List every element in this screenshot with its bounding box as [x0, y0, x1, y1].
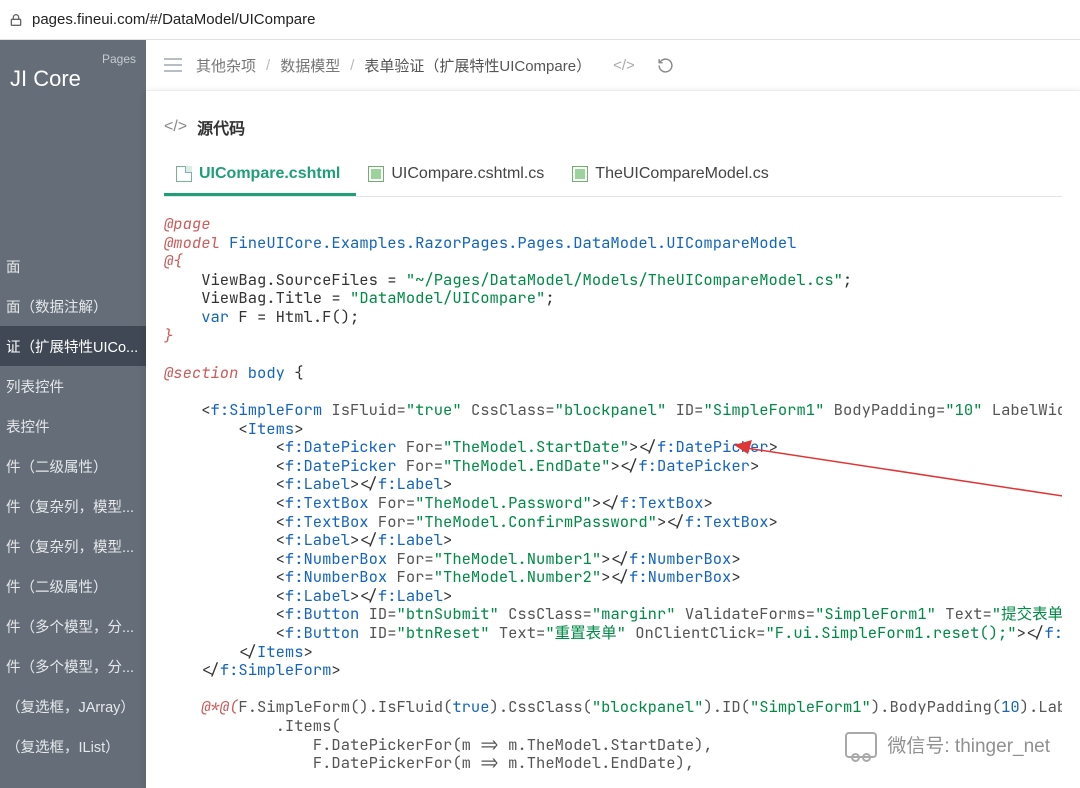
source-code-panel: </> 源代码 UICompare.cshtmlUICompare.cshtml…	[146, 90, 1080, 788]
url-text: pages.fineui.com/#/DataModel/UICompare	[32, 11, 315, 28]
sidebar-item[interactable]: 面（数据注解）	[0, 286, 146, 326]
sidebar-item[interactable]: （复选框，JArray）	[0, 686, 146, 726]
watermark: 微信号: thinger_net	[845, 731, 1050, 758]
header-row: 其他杂项/ 数据模型/ 表单验证（扩展特性UICompare） </>	[146, 40, 1080, 90]
sidebar-item[interactable]: 证（扩展特性UICo...	[0, 326, 146, 366]
code-icon[interactable]: </>	[613, 57, 635, 74]
sidebar-pages-tag: Pages	[102, 52, 146, 66]
tab-label: TheUICompareModel.cs	[595, 165, 768, 183]
sidebar-item[interactable]: （复选框，IList）	[0, 726, 146, 766]
content-area: 其他杂项/ 数据模型/ 表单验证（扩展特性UICompare） </> </> …	[146, 40, 1080, 788]
lock-icon	[8, 12, 24, 28]
refresh-icon[interactable]	[657, 57, 674, 74]
file-tab[interactable]: TheUICompareModel.cs	[560, 155, 784, 196]
sidebar: Pages JI Core 面面（数据注解）证（扩展特性UICo...列表控件表…	[0, 40, 146, 788]
sidebar-item[interactable]: 件（复杂列，模型...	[0, 486, 146, 526]
crumb-3: 表单验证（扩展特性UICompare）	[364, 55, 591, 76]
app-title: JI Core	[0, 66, 146, 96]
sidebar-item[interactable]: 面	[0, 246, 146, 286]
file-tab[interactable]: UICompare.cshtml	[164, 155, 356, 196]
file-tab[interactable]: UICompare.cshtml.cs	[356, 155, 560, 196]
browser-url-bar: pages.fineui.com/#/DataModel/UICompare	[0, 0, 1080, 40]
file-tabs: UICompare.cshtml UICompare.cshtml.cs TheUI…	[164, 155, 1062, 197]
wechat-icon	[845, 732, 877, 758]
tab-label: UICompare.cshtml	[199, 165, 340, 183]
menu-toggle-icon[interactable]	[164, 58, 182, 72]
crumb-1[interactable]: 其他杂项	[196, 55, 256, 76]
sidebar-item[interactable]: 列表控件	[0, 366, 146, 406]
sidebar-item[interactable]: 表控件	[0, 406, 146, 446]
source-code: @page @model FineUICore.Examples.RazorPa…	[164, 215, 1062, 773]
cs-file-icon	[368, 166, 384, 182]
sidebar-item[interactable]: 件（多个模型，分...	[0, 646, 146, 686]
sidebar-item[interactable]: 件（多个模型，分...	[0, 606, 146, 646]
sidebar-item[interactable]: 件（二级属性）	[0, 566, 146, 606]
code-badge-icon: </>	[164, 118, 187, 136]
breadcrumb: 其他杂项/ 数据模型/ 表单验证（扩展特性UICompare）	[196, 55, 591, 76]
cs-file-icon	[572, 166, 588, 182]
sidebar-item[interactable]: 件（二级属性）	[0, 446, 146, 486]
crumb-2[interactable]: 数据模型	[280, 55, 340, 76]
panel-title: 源代码	[197, 115, 245, 139]
tab-label: UICompare.cshtml.cs	[391, 165, 544, 183]
sidebar-item[interactable]: 件（复杂列，模型...	[0, 526, 146, 566]
page-file-icon	[176, 166, 192, 182]
